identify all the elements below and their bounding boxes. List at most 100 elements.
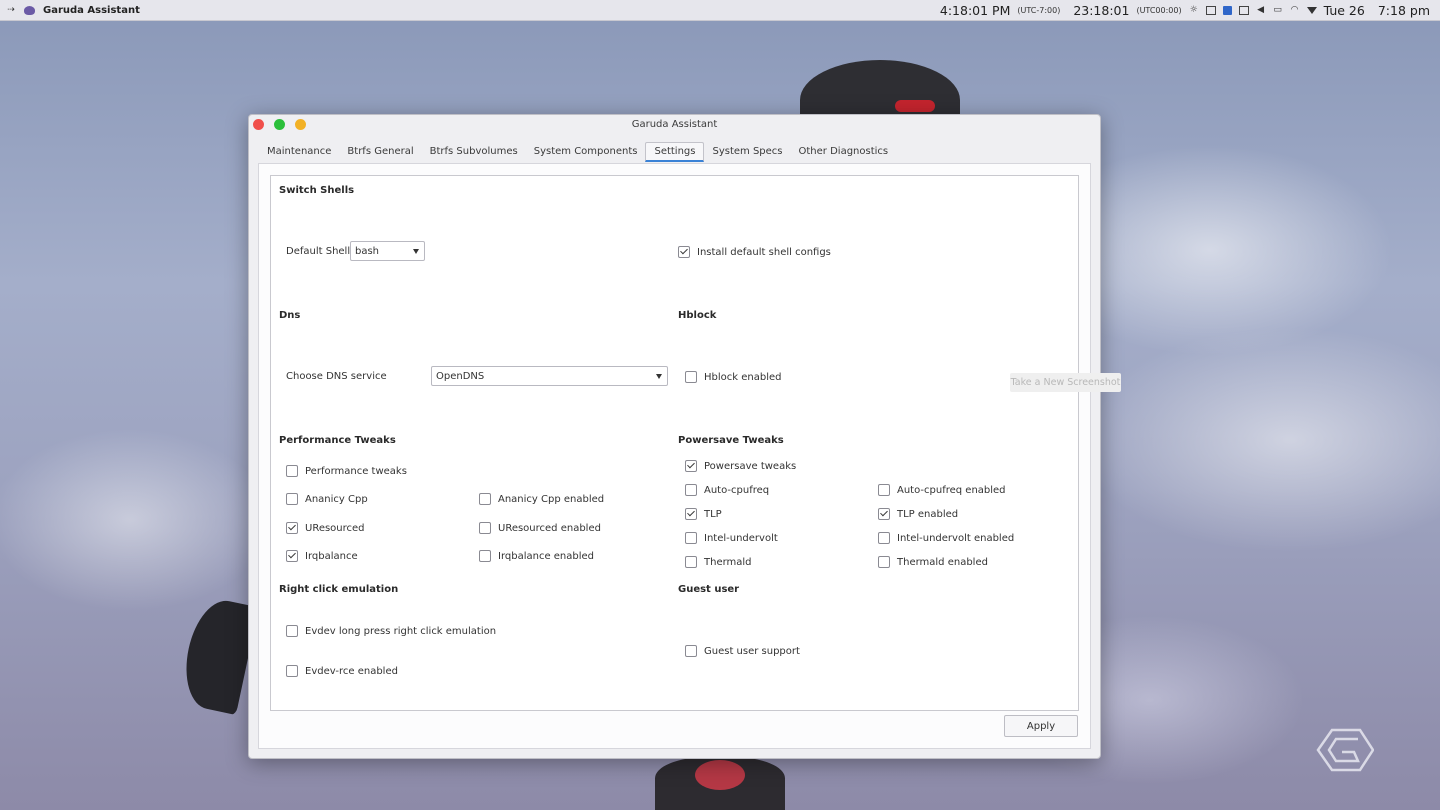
wifi-icon[interactable]: ◠ xyxy=(1290,5,1300,15)
hblock-header: Hblock xyxy=(678,310,717,321)
uresourced-checkbox[interactable]: UResourced xyxy=(286,522,365,534)
utc-time[interactable]: 23:18:01 xyxy=(1073,3,1129,18)
close-window-button[interactable] xyxy=(253,119,264,130)
checkbox-indicator xyxy=(878,508,890,520)
tab-btrfs-general[interactable]: Btrfs General xyxy=(339,142,421,162)
powersave-tweaks-checkbox[interactable]: Powersave tweaks xyxy=(685,460,796,472)
garuda-logo-icon xyxy=(1316,728,1374,772)
tab-bar: Maintenance Btrfs General Btrfs Subvolum… xyxy=(259,142,896,162)
checkbox-indicator xyxy=(685,645,697,657)
ananicy-cpp-checkbox[interactable]: Ananicy Cpp xyxy=(286,493,368,505)
ananicy-cpp-label: Ananicy Cpp xyxy=(305,493,368,505)
checkbox-indicator xyxy=(678,246,690,258)
wallpaper-bird-wing xyxy=(177,594,259,716)
performance-tweaks-checkbox[interactable]: Performance tweaks xyxy=(286,465,407,477)
uresourced-enabled-checkbox[interactable]: UResourced enabled xyxy=(479,522,601,534)
checkbox-indicator xyxy=(878,484,890,496)
panel-clock[interactable]: 7:18 pm xyxy=(1378,3,1430,18)
tab-system-specs[interactable]: System Specs xyxy=(704,142,790,162)
screenshot-tray-icon[interactable] xyxy=(1222,5,1232,15)
auto-cpufreq-checkbox[interactable]: Auto-cpufreq xyxy=(685,484,769,496)
dns-header: Dns xyxy=(279,310,301,321)
evdev-long-press-checkbox[interactable]: Evdev long press right click emulation xyxy=(286,625,496,637)
powersave-tweaks-label: Powersave tweaks xyxy=(704,460,797,472)
tlp-enabled-checkbox[interactable]: TLP enabled xyxy=(878,508,958,520)
thermald-enabled-checkbox[interactable]: Thermald enabled xyxy=(878,556,988,568)
switch-shells-header: Switch Shells xyxy=(279,185,355,196)
checkbox-indicator xyxy=(685,532,697,544)
garuda-assistant-window: Garuda Assistant Maintenance Btrfs Gener… xyxy=(248,114,1101,759)
tlp-label: TLP xyxy=(704,508,722,520)
thermald-checkbox[interactable]: Thermald xyxy=(685,556,752,568)
install-shell-configs-checkbox[interactable]: Install default shell configs xyxy=(678,246,831,258)
window-titlebar[interactable]: Garuda Assistant xyxy=(249,115,1100,134)
intel-undervolt-label: Intel-undervolt xyxy=(704,532,778,544)
local-timezone: (UTC-7:00) xyxy=(1017,5,1061,15)
wallpaper-bird-foot xyxy=(695,760,745,790)
hblock-enabled-checkbox[interactable]: Hblock enabled xyxy=(685,371,781,383)
chevron-down-icon xyxy=(656,373,662,379)
performance-tweaks-label: Performance tweaks xyxy=(305,465,407,477)
dns-service-select[interactable]: OpenDNS xyxy=(431,366,668,386)
panel-date[interactable]: Tue 26 xyxy=(1324,3,1365,18)
apply-button[interactable]: Apply xyxy=(1004,715,1078,737)
irqbalance-label: Irqbalance xyxy=(305,550,358,562)
checkbox-indicator xyxy=(685,460,697,472)
checkbox-indicator xyxy=(878,556,890,568)
checkbox-indicator xyxy=(286,493,298,505)
irqbalance-checkbox[interactable]: Irqbalance xyxy=(286,550,358,562)
local-time[interactable]: 4:18:01 PM xyxy=(940,3,1010,18)
default-shell-select[interactable]: bash xyxy=(350,241,425,261)
intel-undervolt-enabled-checkbox[interactable]: Intel-undervolt enabled xyxy=(878,532,1014,544)
checkbox-indicator xyxy=(878,532,890,544)
intel-undervolt-enabled-label: Intel-undervolt enabled xyxy=(897,532,1015,544)
checkbox-indicator xyxy=(479,522,491,534)
uresourced-label: UResourced xyxy=(305,522,365,534)
activities-icon[interactable]: ⇢ xyxy=(6,5,16,15)
irqbalance-enabled-checkbox[interactable]: Irqbalance enabled xyxy=(479,550,594,562)
tab-other-diagnostics[interactable]: Other Diagnostics xyxy=(791,142,897,162)
evdev-rce-enabled-label: Evdev-rce enabled xyxy=(305,665,398,677)
checkbox-indicator xyxy=(479,550,491,562)
tab-btrfs-subvolumes[interactable]: Btrfs Subvolumes xyxy=(422,142,526,162)
clipboard-icon[interactable] xyxy=(1238,5,1249,15)
tab-maintenance[interactable]: Maintenance xyxy=(259,142,339,162)
wallpaper-bird-wattle xyxy=(895,100,935,112)
default-shell-value: bash xyxy=(355,245,380,257)
powersave-tweaks-header: Powersave Tweaks xyxy=(678,435,784,446)
tab-system-components[interactable]: System Components xyxy=(526,142,646,162)
tlp-checkbox[interactable]: TLP xyxy=(685,508,722,520)
auto-cpufreq-enabled-checkbox[interactable]: Auto-cpufreq enabled xyxy=(878,484,1006,496)
keyboard-icon[interactable] xyxy=(1205,5,1216,15)
evdev-rce-enabled-checkbox[interactable]: Evdev-rce enabled xyxy=(286,665,398,677)
minimize-window-button[interactable] xyxy=(295,119,306,130)
active-app-name[interactable]: Garuda Assistant xyxy=(43,5,140,16)
checkbox-indicator xyxy=(286,522,298,534)
guest-user-support-label: Guest user support xyxy=(704,645,800,657)
system-menu-chevron-down-icon[interactable] xyxy=(1306,6,1317,14)
screenshot-tooltip: Take a New Screenshot xyxy=(1010,373,1121,392)
battery-icon[interactable]: ▭ xyxy=(1273,5,1283,15)
dns-service-label: Choose DNS service xyxy=(286,371,387,382)
evdev-long-press-label: Evdev long press right click emulation xyxy=(305,625,497,637)
dns-service-value: OpenDNS xyxy=(436,370,485,382)
intel-undervolt-checkbox[interactable]: Intel-undervolt xyxy=(685,532,778,544)
checkbox-indicator xyxy=(286,465,298,477)
performance-tweaks-header: Performance Tweaks xyxy=(279,435,396,446)
tab-settings[interactable]: Settings xyxy=(645,142,705,162)
settings-group: Switch Shells Default Shell: bash Instal… xyxy=(270,175,1079,711)
tlp-enabled-label: TLP enabled xyxy=(897,508,959,520)
settings-pane: Switch Shells Default Shell: bash Instal… xyxy=(258,163,1091,749)
ananicy-cpp-enabled-checkbox[interactable]: Ananicy Cpp enabled xyxy=(479,493,604,505)
checkbox-indicator xyxy=(286,665,298,677)
checkbox-indicator xyxy=(479,493,491,505)
brightness-icon[interactable]: ☼ xyxy=(1189,5,1199,15)
guest-user-support-checkbox[interactable]: Guest user support xyxy=(685,645,800,657)
volume-icon[interactable]: ◀ xyxy=(1256,5,1266,15)
checkbox-indicator xyxy=(685,508,697,520)
uresourced-enabled-label: UResourced enabled xyxy=(498,522,601,534)
top-panel: ⇢ Garuda Assistant 4:18:01 PM (UTC-7:00)… xyxy=(0,0,1440,21)
maximize-window-button[interactable] xyxy=(274,119,285,130)
auto-cpufreq-label: Auto-cpufreq xyxy=(704,484,770,496)
default-shell-label: Default Shell: xyxy=(286,246,354,257)
